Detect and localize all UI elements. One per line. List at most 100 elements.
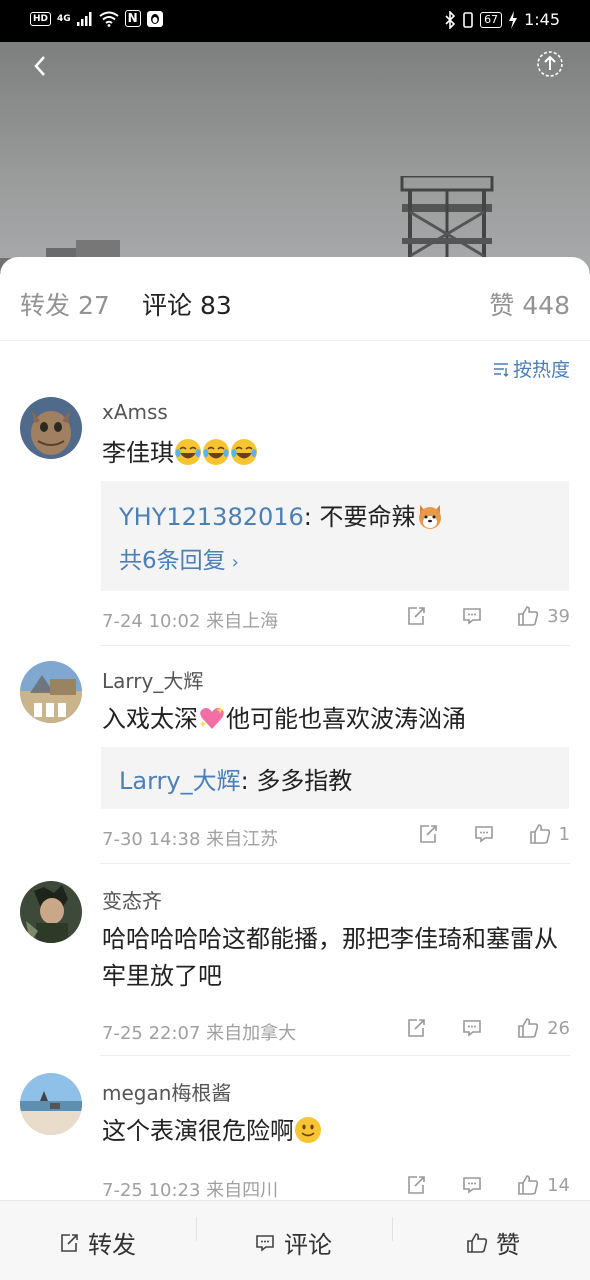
comment-icon [256,1234,274,1252]
comment-item: Larry_大辉 入戏太深 他可能也喜欢波涛汹涌 Larry_大辉: 多多指教 7… [0,661,590,865]
comment-icon[interactable] [473,823,495,845]
clock: 1:45 [524,10,560,29]
repost-icon[interactable] [405,1017,427,1039]
divider [100,1055,570,1056]
tab-comments[interactable]: 评论 83 [142,289,232,323]
battery-level: 67 [480,11,503,28]
bottom-like-label: 赞 [496,1231,520,1259]
comment-meta: 7-25 10:23 来自四川 [102,1180,279,1200]
sparkling-heart-emoji [200,706,224,729]
tab-reposts-count: 27 [78,291,110,320]
like-button[interactable]: 14 [517,1174,570,1196]
comment-item: megan梅根酱 这个表演很危险啊 7-25 10:23 来自四川 14 [0,1073,590,1200]
comment-item: 变态齐 哈哈哈哈哈这都能播，那把李佳琦和塞雷从牢里放了吧 7-25 22:07 … [0,881,590,1056]
reply-username[interactable]: YHY121382016 [119,503,304,531]
comment-icon[interactable] [461,605,483,627]
slightly-smiling-emoji [295,1117,321,1143]
like-count: 1 [558,823,570,845]
reply-colon: : [240,767,257,795]
comment-text-body: 这个表演很危险啊 [102,1117,294,1145]
signal-icon [76,11,92,26]
wifi-icon [99,11,119,27]
nfc-icon: N [124,10,141,27]
reply-box[interactable]: YHY121382016: 不要命辣 共6条回复 › [101,481,569,591]
repost-icon[interactable] [417,823,439,845]
view-replies-link[interactable]: 共6条回复 › [119,541,239,575]
thumbs-up-icon [518,1018,539,1038]
avatar[interactable] [20,881,82,943]
tab-reposts[interactable]: 转发 27 [20,289,110,323]
charging-icon [509,10,518,29]
username[interactable]: xAmss [102,400,168,424]
tab-comments-label: 评论 [142,291,193,320]
repost-icon [61,1233,78,1252]
reply-text: 多多指教 [256,767,353,795]
comment-text-part2: 他可能也喜欢波涛汹涌 [226,705,466,733]
like-button[interactable]: 26 [517,1017,570,1039]
thumbs-up-icon [467,1232,488,1253]
reply-line: Larry_大辉: 多多指教 [119,761,352,796]
thumbs-up-icon [518,606,539,626]
comment-meta: 7-25 22:07 来自加拿大 [102,1023,297,1044]
vibrate-icon [463,11,473,28]
comment-text-part1: 入戏太深 [102,705,198,733]
bottom-repost-button[interactable]: 转发 [58,1225,136,1260]
thumbs-up-icon [529,824,550,844]
sort-button[interactable]: 按热度 [493,355,570,382]
comment-actions: 1 [417,823,570,845]
comments-sheet: 转发 27 评论 83 赞 448 按热度 xAmss 李佳琪 YHY12138201… [0,257,590,1200]
like-button[interactable]: 1 [529,823,570,845]
laughing-crying-emoji [231,439,257,465]
comment-icon[interactable] [461,1017,483,1039]
reply-box[interactable]: Larry_大辉: 多多指教 [101,747,569,809]
reply-colon: : [303,503,320,531]
qq-icon [146,10,163,27]
bottom-comment-label: 评论 [284,1231,332,1259]
bluetooth-icon [445,10,456,29]
tab-likes-label: 赞 [489,291,515,320]
tab-likes[interactable]: 赞 448 [489,289,570,323]
comment-actions: 39 [405,605,570,627]
tab-bar: 转发 27 评论 83 赞 448 [0,257,590,341]
back-icon[interactable] [26,52,54,80]
like-count: 14 [547,1174,570,1196]
like-count: 39 [547,605,570,627]
avatar[interactable] [20,1073,82,1135]
status-bar: HD 4G N 67 1:45 [0,0,590,42]
share-icon[interactable] [536,50,564,78]
chevron-right-icon: › [231,552,239,573]
bottom-like-button[interactable]: 赞 [466,1225,520,1260]
reply-username[interactable]: Larry_大辉 [119,767,241,795]
status-icons-right: 67 1:45 [444,10,560,29]
like-count: 26 [547,1017,570,1039]
comment-text: 这个表演很危险啊 [102,1113,562,1150]
avatar[interactable] [20,397,82,459]
username[interactable]: 变态齐 [102,885,162,914]
username[interactable]: megan梅根酱 [102,1077,231,1106]
hd-indicator: HD [30,11,52,26]
avatar[interactable] [20,661,82,723]
like-button[interactable]: 39 [517,605,570,627]
background-photo [0,42,590,272]
divider [100,863,570,864]
view-replies-label: 共6条回复 [119,548,226,574]
network-type: 4G [57,13,71,24]
sort-label: 按热度 [512,359,570,381]
comment-text: 哈哈哈哈哈这都能播，那把李佳琦和塞雷从牢里放了吧 [102,925,558,990]
comment-meta: 7-30 14:38 来自江苏 [102,829,279,850]
bottom-action-bar: 转发 评论 赞 [0,1200,590,1280]
comment-actions: 14 [405,1174,570,1196]
comment-icon[interactable] [461,1174,483,1196]
sort-icon [493,362,509,377]
comment-actions: 26 [405,1017,570,1039]
reply-line: YHY121382016: 不要命辣 [119,497,444,532]
reply-text: 不要命辣 [319,503,416,531]
repost-icon[interactable] [405,605,427,627]
status-icons-left: HD 4G N [30,10,163,27]
username[interactable]: Larry_大辉 [102,665,203,694]
separator [392,1217,393,1241]
comment-text: 李佳琪 [102,435,562,472]
bottom-comment-button[interactable]: 评论 [254,1225,332,1260]
divider [100,645,570,646]
repost-icon[interactable] [405,1174,427,1196]
